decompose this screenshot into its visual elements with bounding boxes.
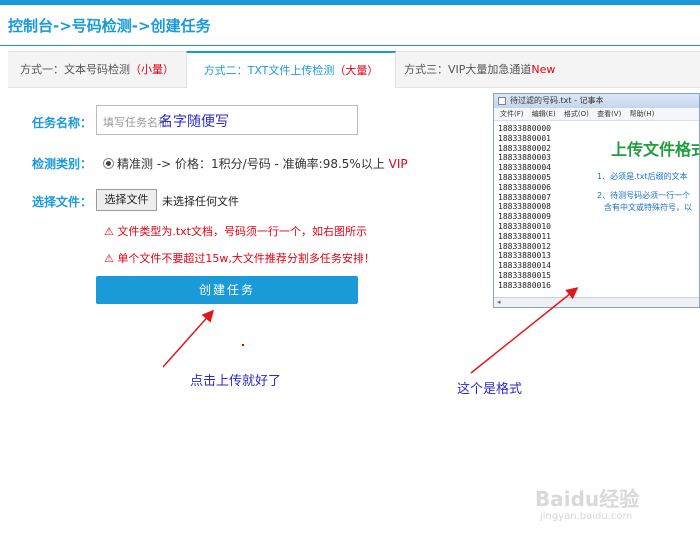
baidu-watermark-logo: Baidu经验	[535, 487, 640, 511]
arrow-to-notepad	[470, 287, 579, 374]
annotation-arrows	[162, 287, 579, 374]
arrow-to-create-button	[162, 309, 214, 368]
baidu-watermark-url: jingyan.baidu.com	[540, 511, 633, 522]
